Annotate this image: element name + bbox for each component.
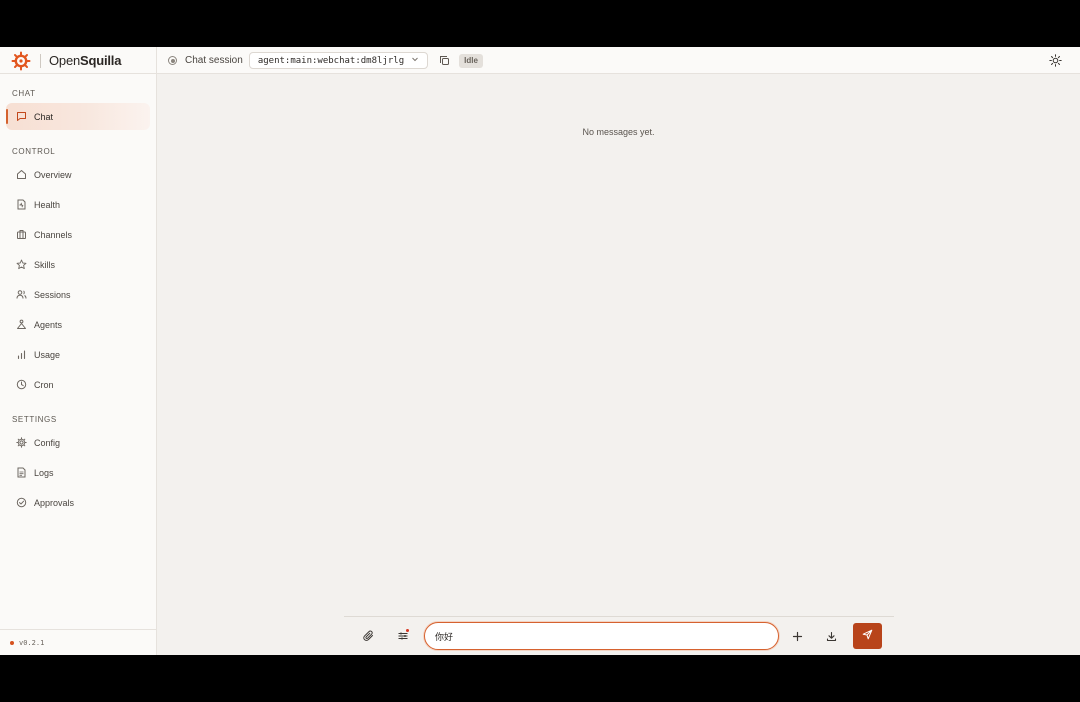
- sidebar-item-label: Approvals: [34, 497, 75, 508]
- brand[interactable]: OpenSquilla: [0, 47, 157, 74]
- clock-icon: [15, 379, 27, 391]
- file-text-icon: [15, 467, 27, 479]
- settings-indicator-dot: [406, 629, 409, 632]
- sidebar-item-label: Cron: [34, 379, 54, 390]
- session-key: agent:main:webchat:dm8ljrlg: [257, 55, 405, 66]
- copy-icon[interactable]: [437, 54, 451, 68]
- status-badge: Idle: [459, 53, 483, 68]
- sidebar-item-label: Skills: [34, 259, 56, 270]
- version-label: v0.2.1: [19, 638, 45, 647]
- brand-divider: [40, 53, 41, 68]
- sidebar-item-label: Agents: [34, 319, 63, 330]
- sidebar-item-overview[interactable]: Overview: [6, 161, 150, 188]
- sidebar-item-label: Usage: [34, 349, 61, 360]
- empty-state-message: No messages yet.: [582, 127, 655, 137]
- sidebar-item-config[interactable]: Config: [6, 429, 150, 456]
- gear-icon: [15, 437, 27, 449]
- bar-chart-icon: [15, 349, 27, 361]
- home-icon: [15, 169, 27, 181]
- sidebar-item-agents[interactable]: Agents: [6, 311, 150, 338]
- sidebar-item-label: Chat: [34, 111, 54, 122]
- message-square-icon: [15, 111, 27, 123]
- sidebar-item-logs[interactable]: Logs: [6, 459, 150, 486]
- sidebar: CHAT Chat CONTROL Overview Health Channe…: [0, 74, 157, 655]
- plus-icon[interactable]: [789, 628, 805, 644]
- sliders-icon[interactable]: [395, 628, 411, 644]
- version-status-dot: [10, 640, 14, 645]
- send-icon: [862, 627, 873, 645]
- squid-logo-icon: [11, 51, 31, 71]
- top-bar: OpenSquilla Chat session agent:main:webc…: [0, 47, 1080, 74]
- sun-icon[interactable]: [1048, 53, 1063, 68]
- sidebar-item-channels[interactable]: Channels: [6, 221, 150, 248]
- sidebar-item-sessions[interactable]: Sessions: [6, 281, 150, 308]
- app-window: OpenSquilla Chat session agent:main:webc…: [0, 47, 1080, 655]
- chat-input[interactable]: [424, 622, 779, 650]
- active-indicator: [6, 109, 8, 124]
- sidebar-item-label: Overview: [34, 169, 72, 180]
- radio-dot-icon: [168, 56, 177, 65]
- briefcase-icon: [15, 229, 27, 241]
- composer-divider: [344, 616, 894, 617]
- triangle-person-icon: [15, 319, 27, 331]
- brand-name: OpenSquilla: [49, 53, 122, 68]
- session-label: Chat session: [185, 55, 243, 66]
- paperclip-icon[interactable]: [361, 628, 377, 644]
- version-footer: v0.2.1: [0, 629, 157, 655]
- sidebar-item-label: Channels: [34, 229, 73, 240]
- users-icon: [15, 289, 27, 301]
- section-title-chat: CHAT: [12, 89, 36, 98]
- download-icon[interactable]: [823, 628, 839, 644]
- sidebar-item-label: Config: [34, 437, 61, 448]
- composer: [361, 622, 883, 650]
- file-pulse-icon: [15, 199, 27, 211]
- sidebar-item-usage[interactable]: Usage: [6, 341, 150, 368]
- chat-main: No messages yet.: [157, 74, 1080, 655]
- session-bar: Chat session agent:main:webchat:dm8ljrlg…: [168, 47, 483, 74]
- session-select[interactable]: agent:main:webchat:dm8ljrlg: [248, 52, 429, 69]
- send-button[interactable]: [853, 623, 882, 649]
- sidebar-item-health[interactable]: Health: [6, 191, 150, 218]
- section-title-settings: SETTINGS: [12, 415, 57, 424]
- section-title-control: CONTROL: [12, 147, 56, 156]
- star-icon: [15, 259, 27, 271]
- sidebar-item-skills[interactable]: Skills: [6, 251, 150, 278]
- sidebar-item-approvals[interactable]: Approvals: [6, 489, 150, 516]
- sidebar-item-label: Health: [34, 199, 61, 210]
- check-circle-icon: [15, 497, 27, 509]
- sidebar-item-cron[interactable]: Cron: [6, 371, 150, 398]
- sidebar-item-label: Sessions: [34, 289, 71, 300]
- sidebar-item-label: Logs: [34, 467, 54, 478]
- chevron-down-icon: [411, 55, 419, 66]
- sidebar-item-chat[interactable]: Chat: [6, 103, 150, 130]
